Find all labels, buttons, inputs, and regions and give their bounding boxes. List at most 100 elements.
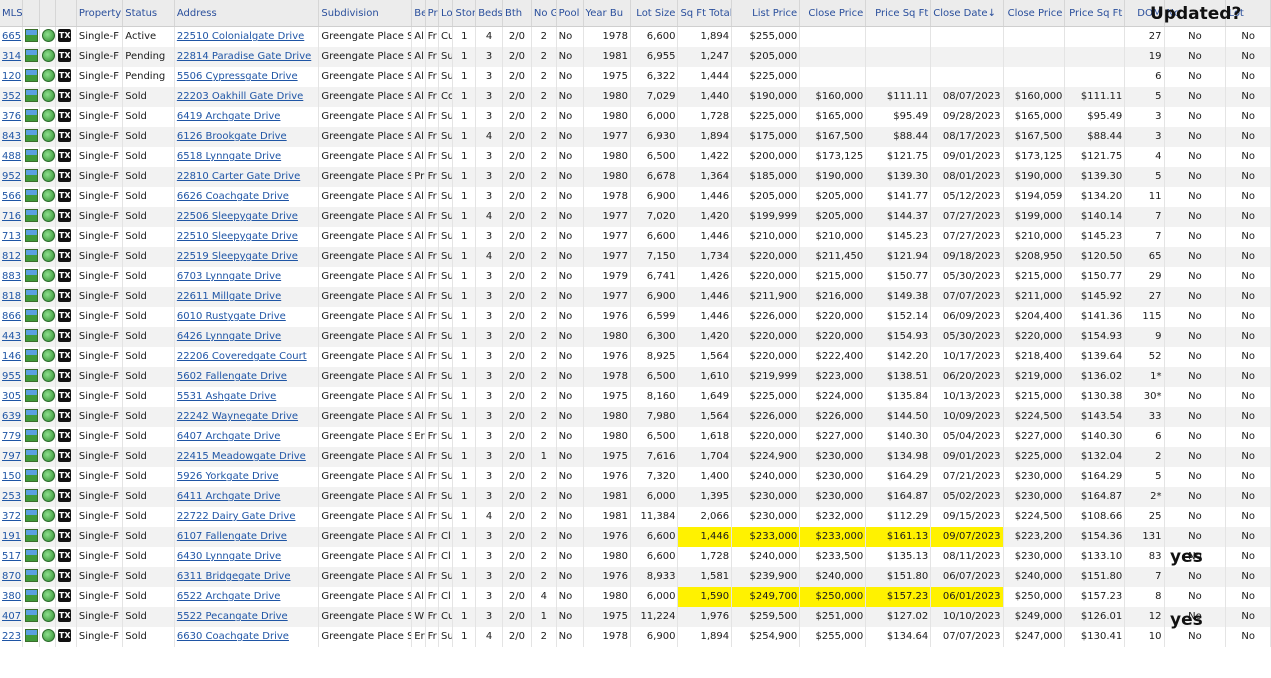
cell-mls-link[interactable]: 843 (0, 127, 24, 147)
cell-mls-link[interactable]: 352 (0, 87, 24, 107)
photo-icon[interactable] (25, 248, 39, 262)
cell-photo[interactable] (22, 247, 40, 267)
photo-icon[interactable] (25, 588, 39, 602)
globe-icon[interactable] (41, 48, 55, 62)
cell-address-link[interactable]: 22810 Carter Gate Drive (174, 167, 320, 187)
cell-tax[interactable]: TX (55, 267, 77, 287)
tx-badge-icon[interactable]: TX (58, 268, 72, 282)
table-row[interactable]: 223 TX Single-F Sold 6630 Coachgate Drive Gre… (0, 627, 1271, 647)
cell-photo[interactable] (22, 107, 40, 127)
cell-map[interactable] (39, 307, 57, 327)
tx-badge-icon[interactable]: TX (58, 28, 72, 42)
cell-mls-link[interactable]: 870 (0, 567, 24, 587)
table-row[interactable]: 665 TX Single-F Active 22510 Colonialgate Dr… (0, 26, 1271, 47)
cell-mls-link[interactable]: 372 (0, 507, 24, 527)
col-close-price[interactable]: Close Price (799, 0, 867, 27)
cell-photo[interactable] (22, 167, 40, 187)
globe-icon[interactable] (41, 328, 55, 342)
table-row[interactable]: 870 TX Single-F Sold 6311 Bridgegate Drive Gr… (0, 567, 1271, 587)
cell-photo[interactable] (22, 547, 40, 567)
cell-tax[interactable]: TX (55, 327, 77, 347)
col-list-price[interactable]: List Price (731, 0, 801, 27)
cell-photo[interactable] (22, 607, 40, 627)
col-mls[interactable]: MLS (0, 0, 24, 27)
photo-icon[interactable] (25, 208, 39, 222)
photo-icon[interactable] (25, 408, 39, 422)
tx-badge-icon[interactable]: TX (58, 208, 72, 222)
globe-icon[interactable] (41, 508, 55, 522)
table-row[interactable]: 866 TX Single-F Sold 6010 Rustygate Drive Gre… (0, 307, 1271, 327)
cell-mls-link[interactable]: 797 (0, 447, 24, 467)
cell-tax[interactable]: TX (55, 47, 77, 67)
photo-icon[interactable] (25, 68, 39, 82)
tx-badge-icon[interactable]: TX (58, 508, 72, 522)
cell-photo[interactable] (22, 26, 40, 47)
globe-icon[interactable] (41, 128, 55, 142)
globe-icon[interactable] (41, 548, 55, 562)
cell-address-link[interactable]: 5531 Ashgate Drive (174, 387, 320, 407)
cell-map[interactable] (39, 587, 57, 607)
cell-map[interactable] (39, 107, 57, 127)
col-pr[interactable]: Pr (425, 0, 440, 27)
photo-icon[interactable] (25, 288, 39, 302)
cell-mls-link[interactable]: 443 (0, 327, 24, 347)
cell-map[interactable] (39, 87, 57, 107)
cell-map[interactable] (39, 327, 57, 347)
cell-address-link[interactable]: 22206 Coveredgate Court (174, 347, 320, 367)
globe-icon[interactable] (41, 348, 55, 362)
photo-icon[interactable] (25, 328, 39, 342)
cell-photo[interactable] (22, 267, 40, 287)
cell-tax[interactable]: TX (55, 127, 77, 147)
cell-tax[interactable]: TX (55, 407, 77, 427)
cell-photo[interactable] (22, 207, 40, 227)
col-bth[interactable]: Bth (502, 0, 532, 27)
tx-badge-icon[interactable]: TX (58, 288, 72, 302)
col-lo[interactable]: Lo (438, 0, 454, 27)
tx-badge-icon[interactable]: TX (58, 568, 72, 582)
cell-photo[interactable] (22, 227, 40, 247)
photo-icon[interactable] (25, 428, 39, 442)
cell-photo[interactable] (22, 387, 40, 407)
cell-address-link[interactable]: 6411 Archgate Drive (174, 487, 320, 507)
tx-badge-icon[interactable]: TX (58, 448, 72, 462)
cell-tax[interactable]: TX (55, 26, 77, 47)
cell-photo[interactable] (22, 187, 40, 207)
col-stories[interactable]: Stori (452, 0, 477, 27)
cell-photo[interactable] (22, 587, 40, 607)
table-row[interactable]: 380 TX Single-F Sold 6522 Archgate Drive Gree… (0, 587, 1271, 607)
globe-icon[interactable] (41, 108, 55, 122)
table-row[interactable]: 253 TX Single-F Sold 6411 Archgate Drive Gree… (0, 487, 1271, 507)
photo-icon[interactable] (25, 228, 39, 242)
tx-badge-icon[interactable]: TX (58, 308, 72, 322)
cell-address-link[interactable]: 6522 Archgate Drive (174, 587, 320, 607)
col-garage[interactable]: No G (531, 0, 557, 27)
cell-mls-link[interactable]: 812 (0, 247, 24, 267)
globe-icon[interactable] (41, 468, 55, 482)
cell-address-link[interactable]: 5602 Fallengate Drive (174, 367, 320, 387)
cell-map[interactable] (39, 26, 57, 47)
photo-icon[interactable] (25, 528, 39, 542)
cell-address-link[interactable]: 22722 Dairy Gate Drive (174, 507, 320, 527)
cell-address-link[interactable]: 6630 Coachgate Drive (174, 627, 320, 647)
cell-photo[interactable] (22, 467, 40, 487)
globe-icon[interactable] (41, 308, 55, 322)
globe-icon[interactable] (41, 28, 55, 42)
cell-tax[interactable]: TX (55, 527, 77, 547)
table-row[interactable]: 305 TX Single-F Sold 5531 Ashgate Drive Green… (0, 387, 1271, 407)
cell-mls-link[interactable]: 779 (0, 427, 24, 447)
cell-mls-link[interactable]: 120 (0, 67, 24, 87)
cell-address-link[interactable]: 22506 Sleepygate Drive (174, 207, 320, 227)
cell-tax[interactable]: TX (55, 227, 77, 247)
globe-icon[interactable] (41, 268, 55, 282)
photo-icon[interactable] (25, 348, 39, 362)
globe-icon[interactable] (41, 588, 55, 602)
cell-mls-link[interactable]: 713 (0, 227, 24, 247)
globe-icon[interactable] (41, 88, 55, 102)
tx-badge-icon[interactable]: TX (58, 608, 72, 622)
globe-icon[interactable] (41, 528, 55, 542)
col-close-date[interactable]: Close Date↓ (930, 0, 1004, 27)
table-row[interactable]: 952 TX Single-F Sold 22810 Carter Gate Drive… (0, 167, 1271, 187)
cell-mls-link[interactable]: 883 (0, 267, 24, 287)
globe-icon[interactable] (41, 608, 55, 622)
cell-photo[interactable] (22, 147, 40, 167)
